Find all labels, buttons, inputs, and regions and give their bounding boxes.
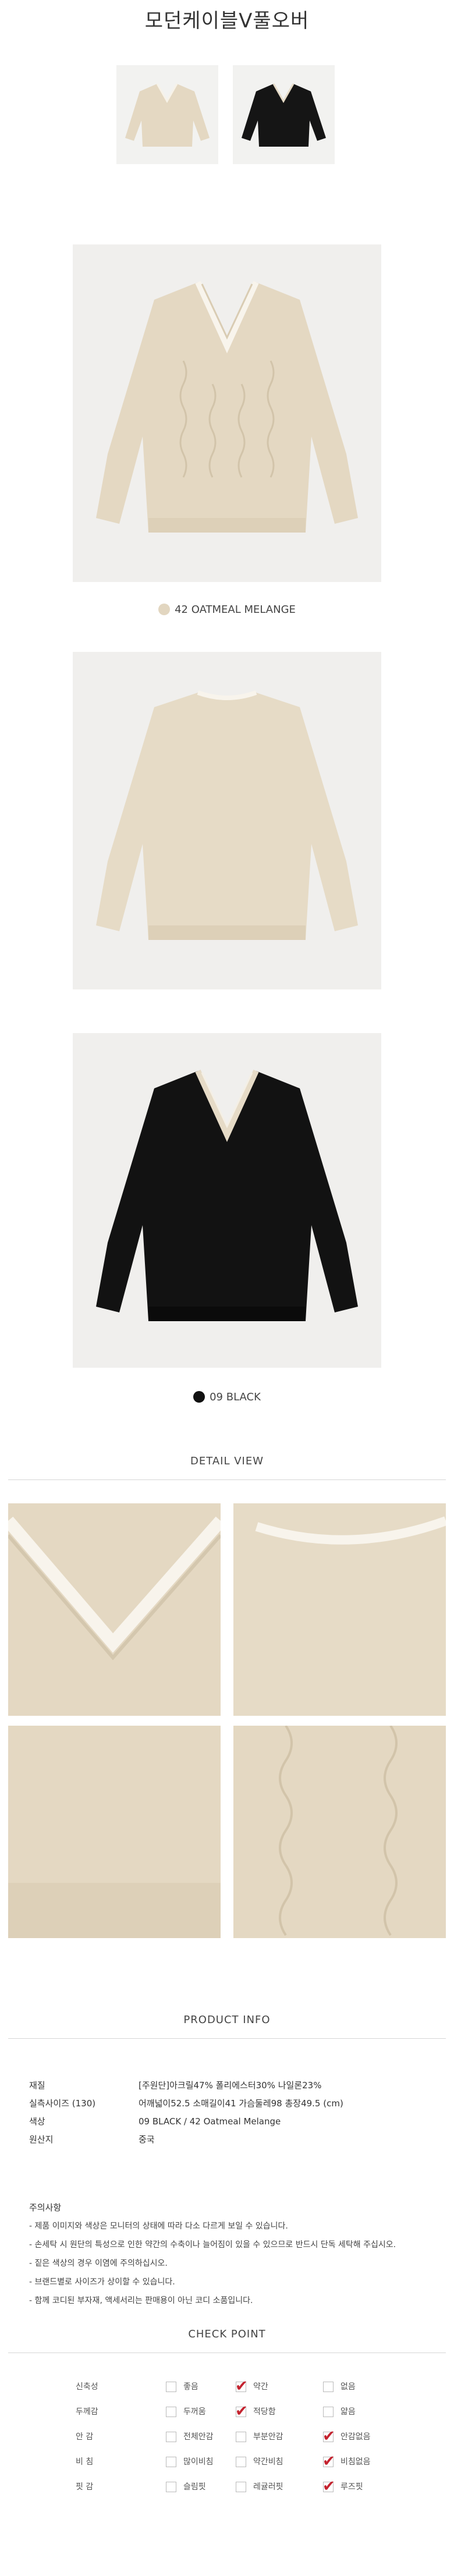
care-note-item: - 함께 코디된 부자재, 액세서리는 판매용이 아닌 코디 소품입니다. [29,2296,253,2305]
sweater-black-front-image [96,1069,358,1321]
checkbox [166,2457,176,2467]
product-photo-oatmeal-back [73,652,381,989]
swatch-caption-oatmeal: 42 OATMEAL MELANGE [0,604,454,616]
info-value: 09 BLACK / 42 Oatmeal Melange [139,2116,281,2127]
page-title: 모던케이블V풀오버 [144,9,310,33]
product-info-divider [8,2038,446,2039]
info-value: 어깨넓이52.5 소매길이41 가슴둘레98 총장49.5 (cm) [139,2098,343,2109]
check-point-option-label: 두꺼움 [183,2407,206,2417]
check-mark-icon: ✔ [235,2378,248,2395]
check-point-row: 안 감 전체안감 부분안감 ✔ 안감없음 [0,2425,454,2448]
check-point-row: 핏 감 슬림핏 레귤러핏 ✔ 루즈핏 [0,2475,454,2498]
check-mark-icon: ✔ [235,2403,248,2420]
check-point-option-label: 전체안감 [183,2432,214,2442]
product-info-heading: PRODUCT INFO [183,2014,271,2026]
check-point-row: 신축성 좋음 ✔ 약간 없음 [0,2375,454,2398]
product-info-table: 재질 [주원단]아크릴47% 폴리에스터30% 나일론23% 실측사이즈 (13… [29,2076,437,2148]
check-point-row: 비 침 많이비침 약간비침 ✔ 비침없음 [0,2450,454,2473]
check-point-label: 핏 감 [76,2482,94,2492]
check-point-label: 두께감 [76,2407,98,2417]
checkbox: ✔ [322,2428,335,2445]
checkbox: ✔ [322,2478,335,2495]
care-note-item: - 손세탁 시 원단의 특성으로 인한 약간의 수축이나 늘어짐이 있을 수 있… [29,2240,396,2249]
info-row-material: 재질 [주원단]아크릴47% 폴리에스터30% 나일론23% [29,2076,437,2094]
sweater-black-thumb-image [242,83,326,147]
check-point-option-label: 안감없음 [340,2432,371,2442]
sweater-oatmeal-back-image [96,690,358,940]
care-note-item: - 브랜드별로 사이즈가 상이할 수 있습니다. [29,2277,175,2287]
swatch-label-oatmeal: 42 OATMEAL MELANGE [175,604,296,616]
back-neck-detail-image [233,1503,446,1716]
swatch-dot-oatmeal [158,604,171,615]
info-row-size: 실측사이즈 (130) 어깨넓이52.5 소매길이41 가슴둘레98 총장49.… [29,2094,437,2112]
thumbnail-oatmeal[interactable] [116,65,218,164]
detail-view-heading: DETAIL VIEW [190,1455,264,1467]
product-photo-black-front [73,1033,381,1368]
checkbox [323,2382,334,2392]
sweater-oatmeal-front-image [96,281,358,533]
checkbox [166,2432,176,2442]
checkbox [166,2407,176,2417]
check-point-option-label: 레귤러핏 [253,2482,283,2492]
info-value: 중국 [139,2134,155,2145]
check-point-label: 비 침 [76,2457,94,2467]
check-point-option-label: 많이비침 [183,2457,214,2467]
detail-photo-back-neck [233,1503,446,1716]
detail-photo-sleeve [8,1726,221,1938]
detail-view-divider [8,1479,446,1480]
check-mark-icon: ✔ [322,2453,335,2470]
checkbox [323,2407,334,2417]
care-note-item: - 짙은 색상의 경우 이염에 주의하십시오. [29,2259,168,2268]
info-row-color: 색상 09 BLACK / 42 Oatmeal Melange [29,2112,437,2130]
check-point-label: 안 감 [76,2432,94,2442]
swatch-dot-black [193,1391,205,1403]
checkbox: ✔ [235,2403,248,2420]
check-point-row: 두께감 두꺼움 ✔ 적당함 얇음 [0,2400,454,2423]
checkbox [236,2432,246,2442]
sleeve-detail-image [8,1726,221,1938]
check-point-option-label: 약간비침 [253,2457,283,2467]
check-point-option-label: 약간 [253,2382,268,2392]
check-point-option-label: 루즈핏 [340,2482,363,2492]
info-label: 색상 [29,2116,45,2127]
info-label: 실측사이즈 (130) [29,2098,96,2109]
care-notes: 주의사항 - 제품 이미지와 색상은 모니터의 상태에 따라 다소 다르게 보일… [29,2198,437,2310]
check-point-option-label: 없음 [340,2382,356,2392]
care-notes-heading: 주의사항 [29,2202,62,2213]
product-photo-oatmeal-front [73,244,381,582]
info-label: 원산지 [29,2134,54,2145]
checkbox [236,2457,246,2467]
swatch-caption-black: 09 BLACK [0,1391,454,1403]
check-point-option-label: 슬림핏 [183,2482,206,2492]
check-mark-icon: ✔ [322,2428,335,2445]
check-point-option-label: 부분안감 [253,2432,283,2442]
check-point-option-label: 적당함 [253,2407,276,2417]
check-point-option-label: 비침없음 [340,2457,371,2467]
detail-photo-knit-texture [233,1726,446,1938]
checkbox [236,2482,246,2492]
collar-detail-image [8,1503,221,1716]
check-point-label: 신축성 [76,2382,98,2392]
checkbox [166,2382,176,2392]
care-note-item: - 제품 이미지와 색상은 모니터의 상태에 따라 다소 다르게 보일 수 있습… [29,2222,288,2231]
checkbox: ✔ [235,2378,248,2395]
thumbnail-black[interactable] [233,65,335,164]
info-row-origin: 원산지 중국 [29,2130,437,2148]
info-value: [주원단]아크릴47% 폴리에스터30% 나일론23% [139,2080,322,2091]
check-point-option-label: 좋음 [183,2382,198,2392]
check-mark-icon: ✔ [322,2478,335,2495]
checkbox [166,2482,176,2492]
sweater-oatmeal-thumb-image [125,83,210,147]
info-label: 재질 [29,2080,45,2091]
check-point-heading: CHECK POINT [188,2328,266,2340]
detail-photo-collar [8,1503,221,1716]
knit-texture-detail-image [233,1726,446,1938]
check-point-option-label: 얇음 [340,2407,356,2417]
swatch-label-black: 09 BLACK [210,1391,261,1403]
checkbox: ✔ [322,2453,335,2470]
